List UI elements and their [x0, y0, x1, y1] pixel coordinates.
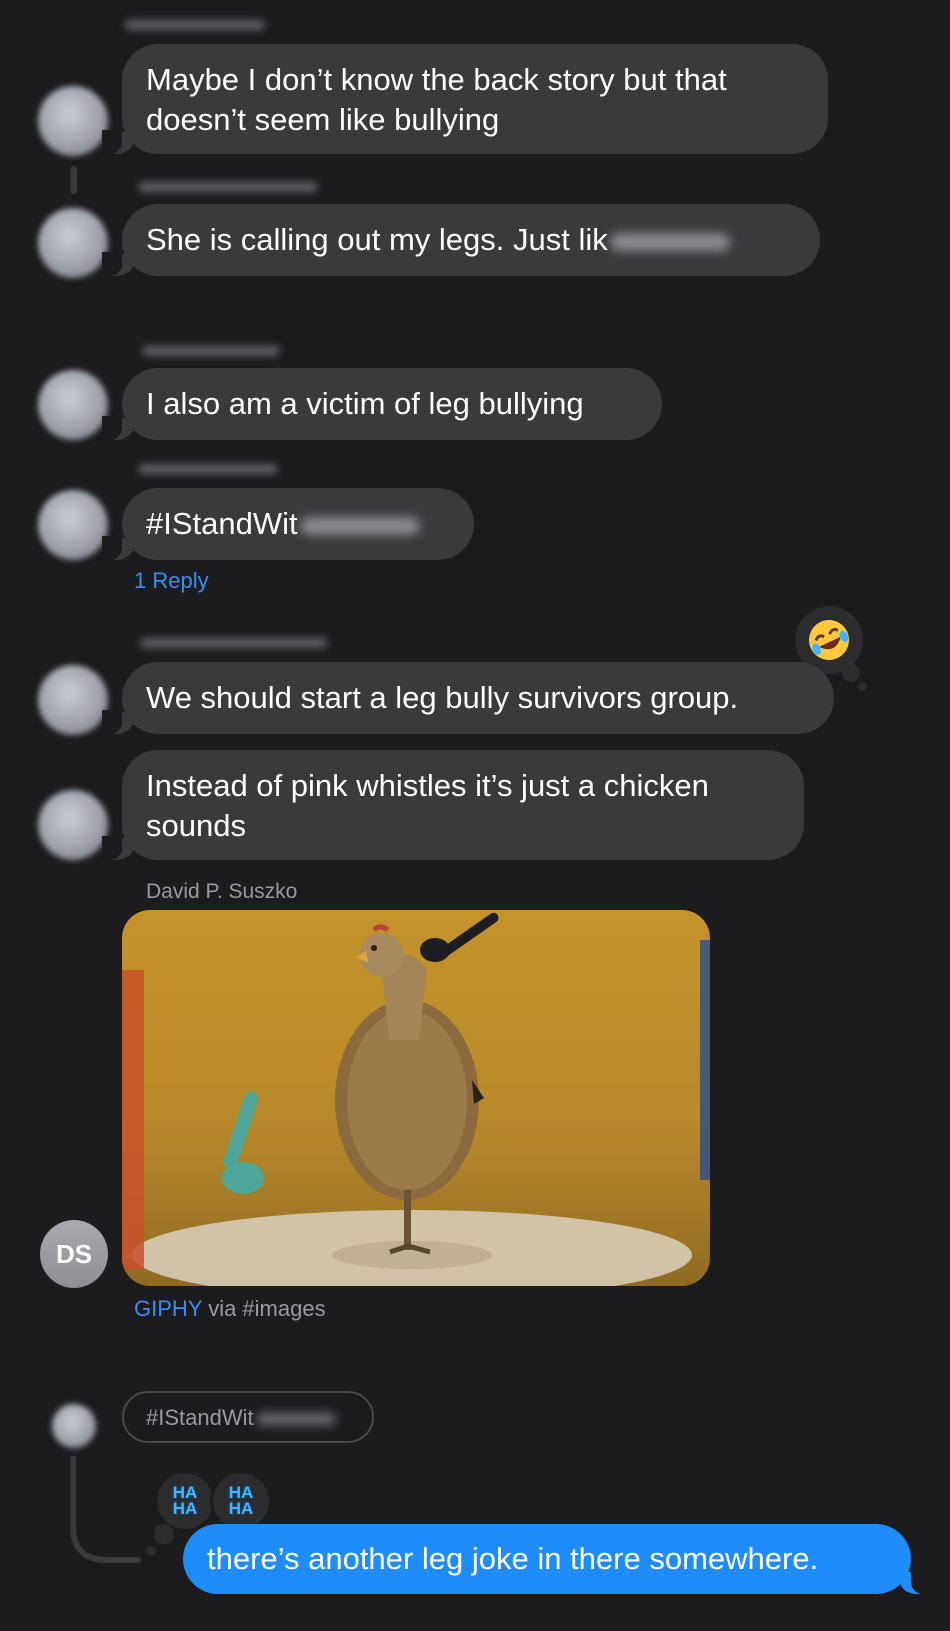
- message-bubble[interactable]: Instead of pink whistles it’s just a chi…: [102, 750, 804, 860]
- avatar[interactable]: [38, 86, 108, 156]
- redacted-text: [609, 232, 730, 251]
- reaction-tail-dot: [146, 1546, 156, 1556]
- reaction-tail-dot: [154, 1524, 174, 1544]
- gif-right-edge: [700, 940, 710, 1180]
- message-bubble[interactable]: She is calling out my legs. Just lik: [102, 204, 820, 276]
- gif-left-edge: [122, 970, 144, 1270]
- haha-reaction-icon[interactable]: HA HA: [210, 1470, 272, 1532]
- outgoing-message-bubble[interactable]: there’s another leg joke in there somewh…: [183, 1524, 931, 1594]
- redacted-text: [255, 1413, 336, 1426]
- avatar[interactable]: [38, 790, 108, 860]
- sender-name: David P. Suszko: [146, 880, 298, 903]
- reply-thread-connector: [70, 1456, 141, 1563]
- message-bubble[interactable]: Maybe I don’t know the back story but th…: [102, 44, 828, 154]
- message-bubble[interactable]: We should start a leg bully survivors gr…: [102, 662, 834, 734]
- message-text: #IStandWit: [146, 506, 298, 541]
- avatar[interactable]: [52, 1404, 96, 1448]
- blurred-sender-name: [140, 638, 328, 648]
- reply-count-link[interactable]: 1 Reply: [134, 568, 209, 594]
- blurred-sender-name: [142, 346, 280, 356]
- reaction-tail-dot: [858, 682, 867, 691]
- message-text: there’s another leg joke in there somewh…: [207, 1541, 819, 1576]
- haha-reaction-label: HA HA: [172, 1483, 198, 1518]
- avatar-initials: DS: [55, 1238, 93, 1269]
- quoted-message-text: #IStandWit: [146, 1405, 254, 1430]
- redacted-text: [299, 516, 420, 535]
- blurred-sender-name: [125, 20, 265, 30]
- blurred-sender-name: [138, 464, 278, 474]
- giphy-link[interactable]: GIPHY: [134, 1296, 202, 1321]
- gif-teal-note: [221, 1089, 261, 1171]
- gif-attribution: GIPHY via #images: [134, 1296, 326, 1322]
- quoted-message[interactable]: #IStandWit: [122, 1391, 374, 1443]
- reaction-tail-dot: [842, 664, 860, 682]
- avatar[interactable]: DS: [40, 1220, 108, 1288]
- message-text: Maybe I don’t know the back story but th…: [146, 62, 727, 137]
- thread-connector: [70, 166, 77, 194]
- message-bubble[interactable]: I also am a victim of leg bullying: [102, 368, 662, 440]
- gif-teal-note-head: [222, 1162, 264, 1194]
- via-label: via #images: [208, 1296, 326, 1321]
- message-bubble[interactable]: #IStandWit: [102, 488, 474, 560]
- avatar[interactable]: [38, 208, 108, 278]
- avatar[interactable]: [38, 370, 108, 440]
- rolling-laughing-emoji-icon: [809, 620, 849, 660]
- gif-image[interactable]: [122, 910, 710, 1286]
- chicken-illustration: [332, 924, 492, 1269]
- haha-reaction-icon[interactable]: HA HA: [154, 1470, 216, 1532]
- message-text: Instead of pink whistles it’s just a chi…: [146, 768, 709, 843]
- avatar[interactable]: [38, 665, 108, 735]
- haha-reaction-label: HA HA: [228, 1483, 254, 1518]
- message-text: We should start a leg bully survivors gr…: [146, 680, 739, 715]
- avatar[interactable]: [38, 490, 108, 560]
- blurred-sender-name: [138, 182, 318, 192]
- message-text: She is calling out my legs. Just lik: [146, 222, 608, 257]
- message-text: I also am a victim of leg bullying: [146, 386, 584, 421]
